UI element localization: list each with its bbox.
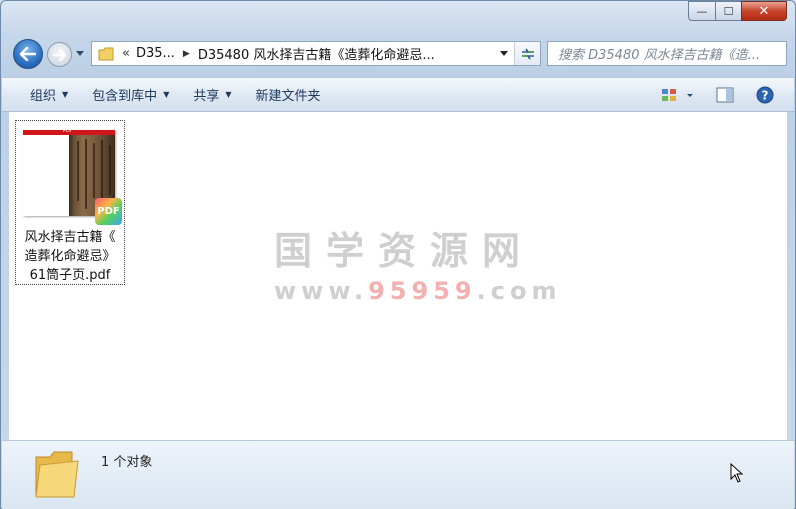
thumbnail-label: PDF xyxy=(63,128,73,134)
watermark: 国学资源网 www.95959.com xyxy=(274,220,562,305)
address-overflow[interactable]: « xyxy=(122,46,130,61)
file-name-line: 造葬化命避忌》 xyxy=(24,249,116,264)
forward-button[interactable] xyxy=(47,42,72,67)
recent-pages-button[interactable] xyxy=(75,48,85,58)
address-bar[interactable]: « D35... ▶ D35480 风水择吉古籍《造葬化命避忌... xyxy=(91,41,541,66)
change-view-button[interactable] xyxy=(658,82,698,108)
help-icon: ? xyxy=(756,86,774,104)
breadcrumb: D35... ▶ D35480 风水择吉古籍《造葬化命避忌... xyxy=(136,44,435,63)
watermark-url: www.95959.com xyxy=(274,277,562,305)
include-in-library-menu[interactable]: 包含到库中 ▼ xyxy=(80,82,181,108)
search-input[interactable]: 搜索 D35480 风水择吉古籍《造... xyxy=(547,41,787,66)
mouse-cursor-icon xyxy=(730,463,744,483)
toolbar-right: ? xyxy=(658,82,778,108)
file-name-line: 风水择吉古籍《 xyxy=(24,230,116,245)
caption-buttons: — ☐ ✕ xyxy=(688,1,787,21)
refresh-icon xyxy=(521,48,534,59)
item-count: 1 个对象 xyxy=(101,455,153,470)
breadcrumb-item[interactable]: D35... xyxy=(136,46,175,61)
organize-menu[interactable]: 组织 ▼ xyxy=(18,82,80,108)
preview-pane-icon xyxy=(716,87,734,103)
view-icon xyxy=(662,89,693,101)
preview-pane-button[interactable] xyxy=(712,82,738,108)
share-menu[interactable]: 共享 ▼ xyxy=(181,82,243,108)
back-button[interactable] xyxy=(13,39,43,69)
help-button[interactable]: ? xyxy=(752,82,778,108)
file-name[interactable]: 风水择吉古籍《 造葬化命避忌》 61筒子页.pdf xyxy=(16,228,124,285)
file-list[interactable]: PDF PDF 风水择吉古籍《 造葬化命避忌》 61筒子页.pdf 国学资源网 … xyxy=(9,112,787,440)
chevron-down-icon: ▼ xyxy=(225,90,232,99)
breadcrumb-item[interactable]: D35480 风水择吉古籍《造葬化命避忌... xyxy=(198,44,435,63)
chevron-down-icon xyxy=(76,50,84,56)
pdf-file-icon: PDF xyxy=(95,198,122,225)
new-folder-label: 新建文件夹 xyxy=(255,89,321,104)
address-dropdown[interactable] xyxy=(496,42,512,65)
file-name-line: 61筒子页.pdf xyxy=(29,268,111,283)
details-pane: 1 个对象 xyxy=(2,440,794,509)
chevron-down-icon xyxy=(500,51,508,56)
watermark-title: 国学资源网 xyxy=(274,229,535,273)
arrow-left-icon xyxy=(20,47,36,61)
arrow-right-icon xyxy=(53,48,66,61)
explorer-window: — ☐ ✕ « D35... ▶ D35480 风水择吉古籍《造葬化命避忌...… xyxy=(0,0,796,509)
include-in-library-label: 包含到库中 xyxy=(92,89,158,104)
refresh-button[interactable] xyxy=(514,42,540,65)
maximize-button[interactable]: ☐ xyxy=(715,1,741,21)
minimize-button[interactable]: — xyxy=(688,1,715,21)
search-placeholder: 搜索 D35480 风水择吉古籍《造... xyxy=(558,48,761,63)
folder-icon xyxy=(98,47,114,60)
file-item[interactable]: PDF PDF 风水择吉古籍《 造葬化命避忌》 61筒子页.pdf xyxy=(15,120,125,285)
svg-text:?: ? xyxy=(762,89,769,103)
new-folder-button[interactable]: 新建文件夹 xyxy=(244,82,333,108)
share-label: 共享 xyxy=(193,89,220,104)
chevron-down-icon: ▼ xyxy=(163,90,170,99)
close-button[interactable]: ✕ xyxy=(741,1,787,21)
navigation-bar: « D35... ▶ D35480 风水择吉古籍《造葬化命避忌... 搜索 D3… xyxy=(11,39,787,69)
folder-icon xyxy=(35,451,79,498)
chevron-down-icon: ▼ xyxy=(62,90,69,99)
command-bar: 组织 ▼ 包含到库中 ▼ 共享 ▼ 新建文件夹 ? xyxy=(2,77,794,112)
organize-label: 组织 xyxy=(30,89,57,104)
breadcrumb-separator-icon[interactable]: ▶ xyxy=(183,49,190,59)
